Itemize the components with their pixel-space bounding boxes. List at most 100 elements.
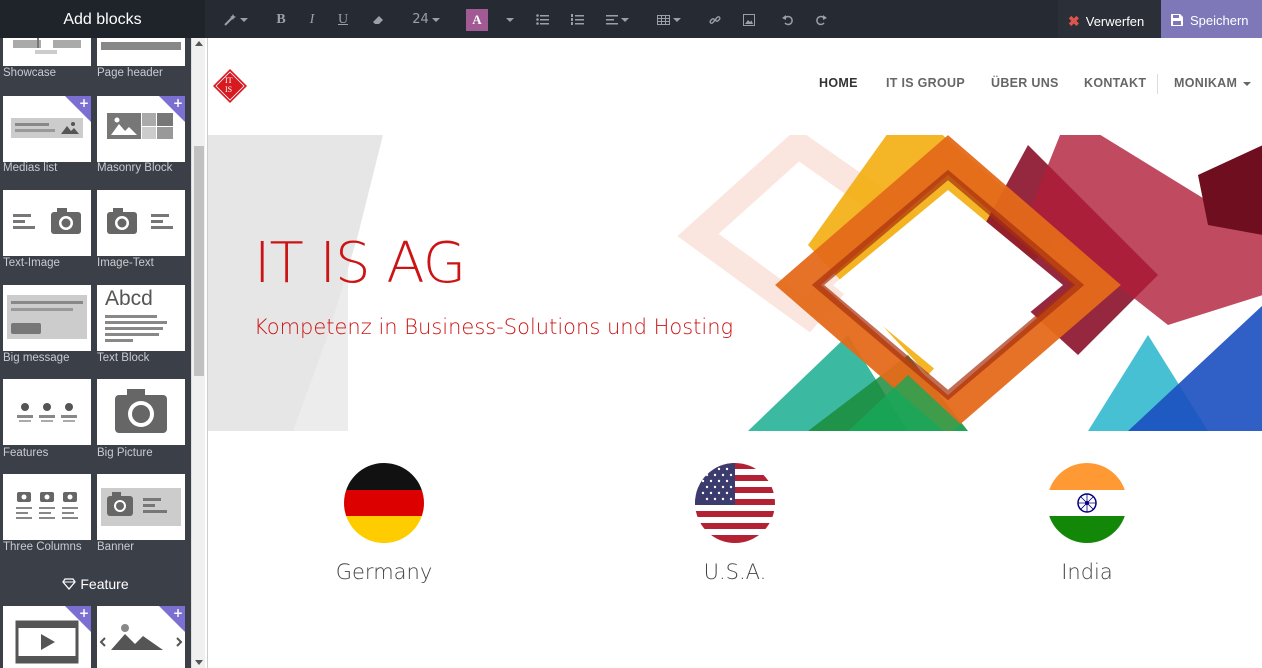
nav-home[interactable]: HOME — [819, 76, 858, 90]
block-video[interactable]: + — [3, 606, 91, 668]
eraser-icon — [372, 16, 383, 24]
numbered-list-button[interactable] — [568, 0, 586, 38]
align-left-icon — [605, 14, 618, 24]
block-image-text[interactable] — [97, 190, 185, 256]
scrollbar-thumb[interactable] — [194, 146, 204, 376]
undo-button[interactable] — [779, 0, 797, 38]
page-header-thumb-icon — [101, 42, 181, 50]
banner-thumb-icon — [101, 488, 181, 526]
editor-toolbar: Add blocks B I U 24 A ✖ Verwerfen Speich… — [0, 0, 1262, 38]
country-label-germany: Germany — [335, 560, 433, 584]
blocks-sidebar: Showcase Page header + Medias list + Mas… — [0, 38, 205, 668]
table-dropdown[interactable] — [655, 0, 683, 38]
style-magic-button[interactable] — [222, 0, 248, 38]
block-label: Three Columns — [3, 541, 82, 553]
align-dropdown[interactable] — [603, 0, 631, 38]
scroll-down-icon[interactable] — [195, 660, 203, 665]
font-size-dropdown[interactable]: 24 — [410, 0, 442, 38]
image-icon — [743, 13, 755, 26]
site-logo[interactable]: IT IS — [212, 68, 247, 103]
block-label: Image-Text — [97, 257, 154, 269]
discard-label: Verwerfen — [1085, 14, 1145, 29]
block-label: Features — [3, 447, 49, 459]
new-badge: + — [159, 606, 185, 632]
ashoka-chakra-icon — [1077, 493, 1097, 513]
font-size-value: 24 — [412, 12, 429, 27]
block-medias-list[interactable]: + — [3, 96, 91, 162]
color-dropdown[interactable] — [500, 0, 516, 38]
block-label: Big Picture — [97, 447, 153, 459]
save-label: Speichern — [1190, 13, 1249, 28]
block-big-picture[interactable] — [97, 379, 185, 445]
text-color-button[interactable]: A — [466, 9, 488, 31]
sidebar-title: Add blocks — [0, 0, 205, 38]
feature-heading-text: Feature — [80, 576, 129, 592]
numbered-list-icon — [570, 14, 584, 25]
link-icon — [709, 15, 721, 24]
block-text-image[interactable] — [3, 190, 91, 256]
nav-ueber-uns[interactable]: ÜBER UNS — [991, 76, 1059, 90]
block-page-header[interactable] — [97, 38, 185, 66]
block-label: Banner — [97, 541, 135, 553]
image-button[interactable] — [740, 0, 758, 38]
magic-wand-icon — [223, 13, 236, 26]
big-picture-thumb-icon — [115, 389, 167, 433]
germany-flag-icon — [344, 463, 424, 543]
block-label: Masonry Block — [97, 162, 173, 174]
showcase-thumb-icon — [13, 38, 81, 54]
diamond-icon — [62, 578, 77, 590]
discard-button[interactable]: ✖ Verwerfen — [1058, 0, 1161, 38]
sidebar-scrollbar[interactable] — [191, 38, 205, 668]
underline-button[interactable]: U — [334, 0, 352, 38]
nav-kontakt[interactable]: KONTAKT — [1084, 76, 1146, 90]
bold-button[interactable]: B — [272, 0, 290, 38]
hero-banner: IT IS AG Kompetenz in Business-Solutions… — [208, 135, 1262, 431]
bullet-list-icon — [535, 14, 549, 25]
bullet-list-button[interactable] — [533, 0, 551, 38]
country-label-india: India — [1061, 560, 1113, 584]
block-features[interactable] — [3, 379, 91, 445]
block-text-block[interactable]: Abcd — [97, 285, 185, 351]
block-masonry[interactable]: + — [97, 96, 185, 162]
country-label-usa: U.S.A. — [703, 560, 767, 584]
block-three-columns[interactable] — [3, 474, 91, 540]
eraser-button[interactable] — [369, 0, 387, 38]
block-label: Text Block — [97, 352, 150, 364]
save-button[interactable]: Speichern — [1161, 0, 1262, 38]
link-button[interactable] — [706, 0, 724, 38]
redo-icon — [816, 14, 827, 25]
user-menu-label: MONIKAM — [1174, 76, 1238, 90]
block-label: Page header — [97, 67, 163, 79]
nav-it-is-group[interactable]: IT IS GROUP — [886, 76, 965, 90]
new-badge: + — [159, 96, 185, 122]
block-label: Medias list — [3, 162, 58, 174]
usa-flag-graphic — [695, 463, 775, 543]
india-flag-icon — [1047, 463, 1127, 543]
new-badge: + — [65, 606, 91, 632]
italic-button[interactable]: I — [303, 0, 321, 38]
undo-icon — [782, 14, 793, 25]
text-image-thumb-icon — [13, 208, 81, 234]
block-image-gallery[interactable]: + — [97, 606, 185, 668]
block-label: Text-Image — [3, 257, 60, 269]
hero-title: IT IS AG — [254, 231, 466, 296]
nav-separator — [1157, 74, 1158, 94]
block-label: Big message — [3, 352, 70, 364]
new-badge: + — [65, 96, 91, 122]
logo-text-bottom: IS — [225, 85, 233, 94]
block-label: Showcase — [3, 67, 57, 79]
floppy-disk-icon — [1171, 14, 1183, 26]
image-text-thumb-icon — [107, 208, 173, 234]
table-icon — [657, 14, 670, 25]
block-showcase[interactable] — [3, 38, 91, 66]
block-banner[interactable] — [97, 474, 185, 540]
redo-button[interactable] — [812, 0, 830, 38]
user-menu[interactable]: MONIKAM — [1174, 76, 1252, 90]
usa-flag-icon — [695, 463, 775, 543]
features-thumb-icon — [17, 403, 77, 422]
logo-text-top: IT — [225, 76, 233, 85]
hero-subtitle: Kompetenz in Business-Solutions und Host… — [254, 315, 734, 339]
feature-section-heading: Feature — [0, 576, 191, 592]
block-big-message[interactable] — [3, 285, 91, 351]
scroll-up-icon[interactable] — [195, 41, 203, 46]
